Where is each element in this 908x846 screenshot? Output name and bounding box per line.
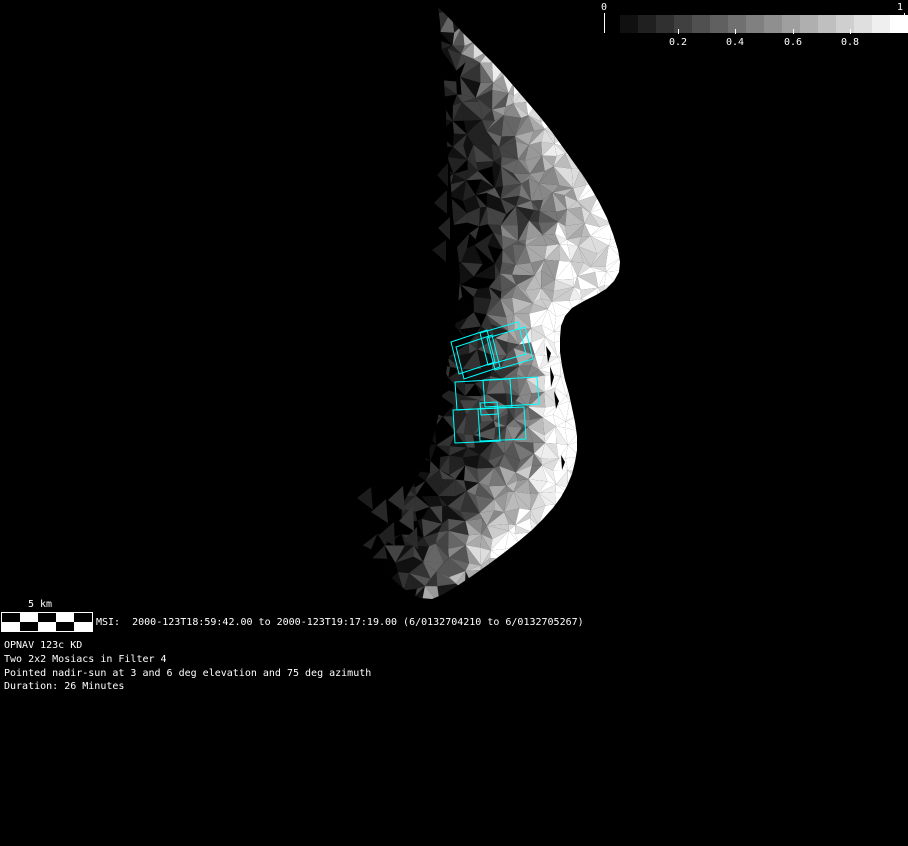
info-line-pointing: Pointed nadir-sun at 3 and 6 deg elevati… [4, 667, 371, 681]
scale-bar-cell [38, 613, 56, 622]
scale-bar-cell [38, 622, 56, 631]
colorbar-gradient-step [836, 15, 854, 33]
colorbar-tick-label: 0.6 [778, 36, 808, 49]
info-line-mosaic-desc: Two 2x2 Mosiacs in Filter 4 [4, 653, 371, 667]
scale-bar-cell [56, 622, 74, 631]
colorbar-tick-mark [793, 29, 794, 34]
colorbar-tick-mark [678, 29, 679, 34]
colorbar-gradient-step [872, 15, 890, 33]
colorbar-gradient-step [620, 15, 638, 33]
colorbar-gradient-step [818, 15, 836, 33]
scale-bar-cell [2, 622, 20, 631]
colorbar-gradient-step [782, 15, 800, 33]
asteroid-shape-model [345, 7, 649, 605]
scale-bar-cell [20, 622, 38, 631]
colorbar-tick-label: 0.2 [663, 36, 693, 49]
colorbar-gradient-step [764, 15, 782, 33]
colorbar-gradient-step [800, 15, 818, 33]
asteroid-render [0, 0, 908, 846]
colorbar-tick-mark [735, 29, 736, 34]
scale-bar-cell [20, 613, 38, 622]
colorbar-right-tick [904, 13, 905, 33]
colorbar-gradient-step [728, 15, 746, 33]
info-line-opnav-id: OPNAV 123c KD [4, 639, 371, 653]
colorbar-max-label: 1 [897, 1, 903, 14]
colorbar-gradient-step [692, 15, 710, 33]
colorbar-gradient-step [746, 15, 764, 33]
scale-bar-label: 5 km [28, 598, 52, 611]
colorbar-tick-mark [850, 29, 851, 34]
colorbar-left-tick [604, 13, 605, 33]
colorbar-tick-label: 0.4 [720, 36, 750, 49]
info-block: OPNAV 123c KD Two 2x2 Mosiacs in Filter … [4, 639, 371, 694]
scale-bar-cell [2, 613, 20, 622]
opnav-visualization-canvas: { "window": { "width": 908, "height": 84… [0, 0, 908, 846]
colorbar-tick-label: 0.8 [835, 36, 865, 49]
colorbar-gradient-step [710, 15, 728, 33]
scale-bar [1, 612, 93, 632]
scale-bar-cell [74, 622, 92, 631]
scale-bar-cell [74, 613, 92, 622]
colorbar-gradient-step [674, 15, 692, 33]
colorbar-gradient-step [638, 15, 656, 33]
info-line-duration: Duration: 26 Minutes [4, 680, 371, 694]
colorbar-gradient-step [656, 15, 674, 33]
scale-bar-cell [56, 613, 74, 622]
colorbar-gradient-step [854, 15, 872, 33]
colorbar-gradient [620, 15, 908, 33]
colorbar-gradient-step [890, 15, 908, 33]
status-line: MSI: 2000-123T18:59:42.00 to 2000-123T19… [96, 616, 584, 629]
colorbar: 0 1 0.20.40.60.8 [0, 0, 908, 60]
